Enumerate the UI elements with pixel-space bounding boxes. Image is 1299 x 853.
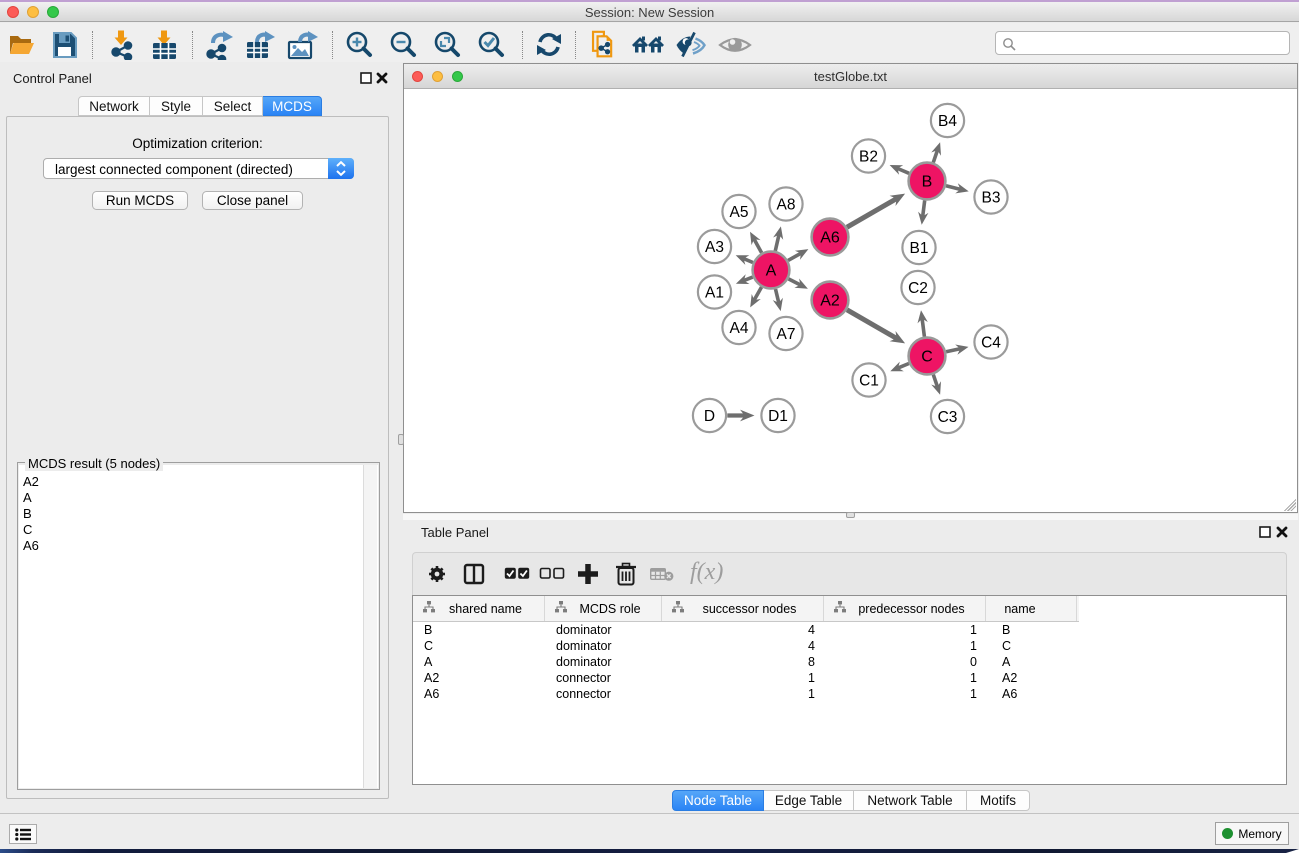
svg-text:B2: B2 (859, 149, 878, 166)
svg-text:C2: C2 (908, 280, 928, 297)
svg-text:D1: D1 (768, 408, 788, 425)
svg-text:B4: B4 (938, 113, 957, 130)
svg-text:B: B (922, 174, 933, 191)
svg-text:A2: A2 (820, 293, 840, 310)
svg-text:A6: A6 (820, 230, 840, 247)
svg-text:C: C (921, 349, 933, 366)
svg-text:A5: A5 (730, 204, 749, 221)
svg-text:C1: C1 (859, 373, 879, 390)
svg-text:A4: A4 (730, 320, 749, 337)
svg-text:B3: B3 (982, 190, 1001, 207)
svg-text:A1: A1 (705, 285, 724, 302)
svg-text:A7: A7 (777, 326, 796, 343)
svg-text:B1: B1 (910, 240, 929, 257)
svg-text:A8: A8 (777, 197, 796, 214)
svg-text:C3: C3 (938, 409, 958, 426)
svg-text:A3: A3 (705, 239, 724, 256)
svg-text:D: D (704, 408, 715, 425)
svg-text:C4: C4 (981, 335, 1001, 352)
svg-text:A: A (766, 263, 777, 280)
